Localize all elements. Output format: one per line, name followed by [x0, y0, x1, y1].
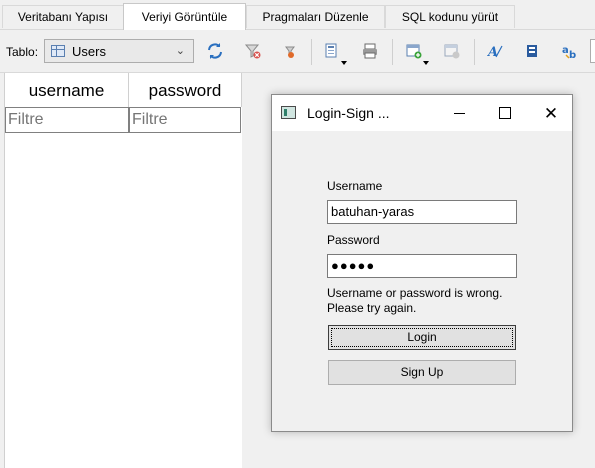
replace-icon[interactable]: ab	[560, 41, 580, 61]
close-button[interactable]: ✕	[528, 95, 574, 131]
sign-up-button[interactable]: Sign Up	[328, 360, 516, 385]
close-icon: ✕	[543, 103, 559, 123]
refresh-icon[interactable]	[205, 41, 225, 61]
filter-input-username[interactable]	[5, 107, 129, 133]
toolbar-extension[interactable]	[590, 39, 595, 63]
toolbar-separator	[311, 39, 312, 65]
maximize-button[interactable]	[482, 95, 528, 131]
print-icon[interactable]	[360, 41, 380, 61]
insert-record-icon[interactable]	[404, 41, 424, 61]
svg-text:A: A	[486, 45, 498, 60]
svg-text:b: b	[569, 50, 576, 60]
minimize-icon	[453, 112, 465, 114]
dialog-title: Login-Sign ...	[307, 105, 390, 121]
binary-icon[interactable]	[522, 41, 542, 61]
text-format-icon[interactable]: A	[485, 41, 505, 61]
window-icon	[281, 106, 296, 119]
minimize-button[interactable]	[436, 95, 482, 131]
chevron-down-icon[interactable]	[423, 61, 429, 65]
maximize-icon	[499, 107, 511, 119]
tab-browse-data[interactable]: Veriyi Görüntüle	[123, 3, 246, 30]
filter-input-password[interactable]	[129, 107, 241, 133]
login-dialog: Login-Sign ... ✕ Username batuhan-yaras …	[271, 94, 573, 432]
table-label: Tablo:	[6, 45, 39, 59]
browse-toolbar: Tablo: Users ⌄ A ab	[0, 30, 595, 73]
column-header-password[interactable]: password	[129, 73, 242, 107]
tab-execute-sql[interactable]: SQL kodunu yürüt	[385, 5, 515, 28]
data-grid: username password	[4, 73, 242, 468]
error-message: Username or password is wrong. Please tr…	[327, 286, 502, 316]
error-message-line-2: Please try again.	[327, 301, 417, 315]
delete-record-icon[interactable]	[442, 41, 462, 61]
table-icon	[51, 45, 65, 57]
save-filter-icon[interactable]	[281, 41, 301, 61]
tab-bar: Veritabanı Yapısı Veriyi Görüntüle Pragm…	[0, 0, 595, 30]
error-message-line-1: Username or password is wrong.	[327, 286, 503, 300]
table-select-value: Users	[72, 44, 106, 59]
password-field[interactable]: ●●●●●	[327, 254, 517, 278]
username-field[interactable]: batuhan-yaras	[327, 200, 517, 224]
tab-database-structure[interactable]: Veritabanı Yapısı	[2, 5, 124, 28]
focus-ring	[331, 328, 513, 347]
login-button[interactable]: Login	[328, 325, 516, 350]
svg-text:a: a	[562, 45, 569, 56]
dialog-title-bar[interactable]: Login-Sign ... ✕	[272, 95, 572, 131]
toolbar-separator	[392, 39, 393, 65]
username-label: Username	[327, 179, 383, 193]
tab-edit-pragmas[interactable]: Pragmaları Düzenle	[246, 5, 385, 28]
toolbar-separator	[474, 39, 475, 65]
table-select[interactable]: Users ⌄	[44, 39, 194, 63]
password-label: Password	[327, 233, 380, 247]
sign-up-button-label: Sign Up	[400, 365, 444, 379]
copy-icon[interactable]	[322, 41, 342, 61]
column-header-username[interactable]: username	[5, 73, 129, 107]
chevron-down-icon: ⌄	[175, 45, 185, 57]
clear-filter-icon[interactable]	[243, 41, 263, 61]
chevron-down-icon[interactable]	[341, 61, 347, 65]
